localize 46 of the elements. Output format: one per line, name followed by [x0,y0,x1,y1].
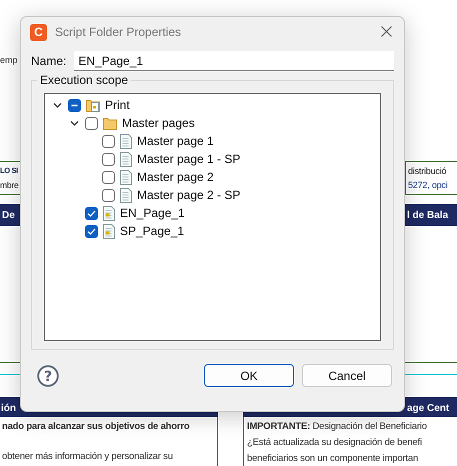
section-banner: De [0,204,20,226]
name-field[interactable]: EN_Page_1 [74,51,394,71]
document-text: nado para alcanzar sus objetivos de ahorro [2,420,190,434]
checkbox[interactable] [102,134,115,148]
document-text: emp [0,55,18,65]
chevron-icon[interactable] [52,100,62,110]
chevron-icon[interactable] [70,118,78,128]
close-icon[interactable] [381,26,392,36]
window-title: Script Folder Properties [55,25,182,39]
document-link[interactable]: 5272, opci [408,178,457,192]
folder-document-icon [86,98,100,112]
document-text: ¿Está actualizada su designación de benefi [247,436,422,450]
checkbox[interactable] [85,116,98,130]
folder-icon [103,116,117,130]
tree-item[interactable]: Master page 2 [137,170,214,184]
app-logo: C [30,24,47,40]
document-text: IMPORTANTE: Designación del Beneficiario [247,420,427,434]
document-text: obtener más información y personalizar su [2,450,173,464]
tree-item[interactable]: EN_Page_1 [120,206,185,220]
ok-button[interactable]: OK [204,364,294,387]
tree-item[interactable]: Print [105,98,130,112]
tree-item[interactable]: Master page 2 - SP [137,188,240,202]
checkbox[interactable] [85,206,98,220]
checkbox[interactable] [102,188,115,202]
document-text: mbre [0,179,19,192]
tree-item[interactable]: SP_Page_1 [120,224,184,238]
checkbox[interactable] [68,98,81,112]
page-icon [120,188,132,202]
help-icon[interactable]: ? [37,364,59,386]
document-text: distribució [408,165,448,178]
checkbox[interactable] [102,152,115,166]
script-page-icon [103,206,115,220]
checkbox[interactable] [102,170,115,184]
page-icon [120,152,132,166]
section-banner: l de Bala [405,204,457,226]
page-icon [120,170,132,184]
tree-item[interactable]: Master page 1 [137,134,214,148]
cancel-button[interactable]: Cancel [302,364,392,387]
document-text: beneficiarios son un componente importan [247,452,418,466]
field-label: Name: [31,54,66,68]
script-page-icon [103,224,115,238]
tree-item[interactable]: Master page 1 - SP [137,152,240,166]
page-icon [120,134,132,148]
checkbox[interactable] [85,224,98,238]
tree-item[interactable]: Master pages [122,116,195,130]
group-label: Execution scope [37,73,132,87]
